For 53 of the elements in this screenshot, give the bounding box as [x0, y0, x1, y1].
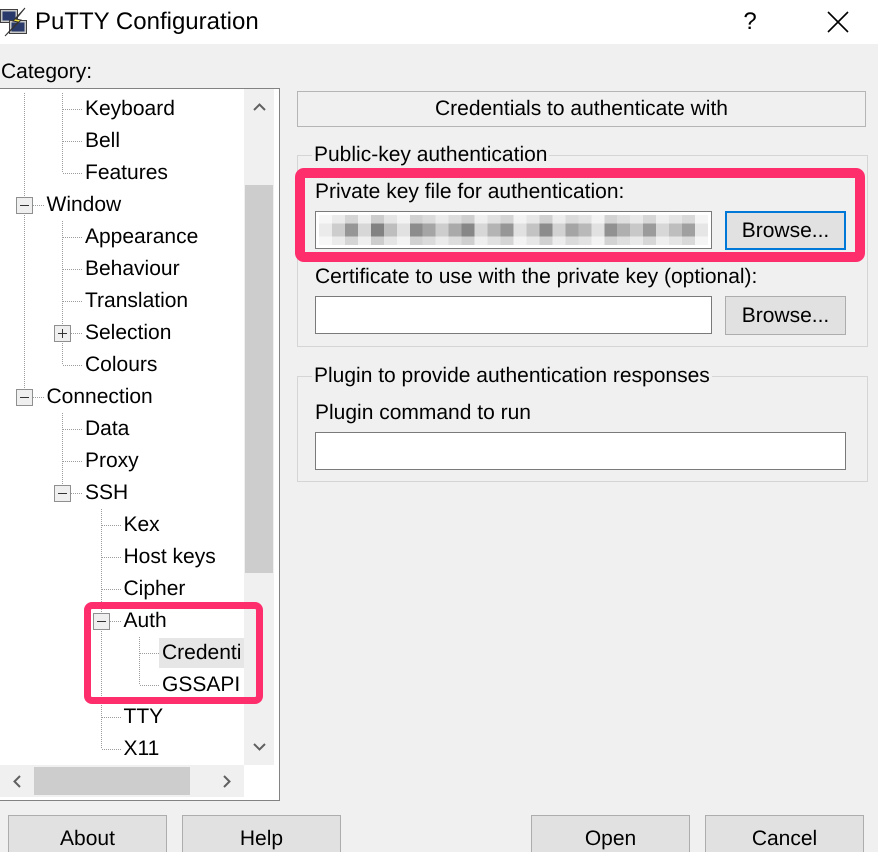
minus-box-icon[interactable] [54, 484, 72, 502]
category-label: Category: [1, 60, 92, 84]
chevron-left-icon[interactable] [12, 774, 20, 788]
tree-item[interactable]: Data [82, 417, 132, 441]
tree-item[interactable]: Bell [82, 129, 124, 153]
field-label: Plugin command to run [315, 401, 531, 425]
dialog-button[interactable]: About [8, 815, 167, 852]
vertical-scrollbar[interactable] [244, 89, 274, 765]
tree-item[interactable]: Appearance [82, 225, 202, 249]
tree-item[interactable]: Proxy [82, 449, 142, 473]
tree-item[interactable]: Auth [120, 609, 170, 633]
horizontal-scrollbar[interactable] [0, 765, 244, 797]
window-title: PuTTY Configuration [35, 8, 259, 36]
chevron-up-icon[interactable] [252, 103, 266, 111]
help-button[interactable]: ? [706, 0, 794, 44]
dialog-button[interactable]: Cancel [705, 815, 864, 852]
browse-button[interactable]: Browse... [725, 296, 846, 335]
minus-box-icon[interactable] [92, 612, 110, 630]
tree-item[interactable]: Features [82, 161, 171, 185]
tree-item[interactable]: Behaviour [82, 257, 183, 281]
tree-item[interactable]: Connection [44, 385, 156, 409]
minus-box-icon[interactable] [16, 196, 33, 214]
input-field[interactable] [315, 296, 712, 334]
tree-item[interactable]: Window [44, 193, 124, 217]
close-icon [827, 11, 849, 33]
plus-box-icon[interactable] [54, 324, 72, 342]
tree-item[interactable]: SSH [82, 481, 132, 505]
dialog-button[interactable]: Open [531, 815, 690, 852]
tree-item[interactable]: GSSAPI [159, 673, 244, 697]
tree-item[interactable]: Credenti [159, 638, 244, 668]
tree-item[interactable]: Selection [82, 321, 174, 345]
chevron-right-icon[interactable] [223, 774, 231, 788]
group-title: Public-key authentication [314, 143, 548, 166]
minus-box-icon[interactable] [16, 388, 33, 406]
tree-item[interactable]: X11 [120, 737, 162, 761]
field-label: Certificate to use with the private key (optional): [315, 265, 758, 289]
chevron-down-icon[interactable] [252, 743, 266, 751]
scrollbar-thumb[interactable] [245, 185, 273, 573]
tree-item[interactable]: Translation [82, 289, 192, 313]
computer-lightning-icon [0, 7, 28, 37]
tree-item[interactable]: Host keys [120, 545, 219, 569]
browse-button[interactable]: Browse... [725, 211, 846, 250]
tree-item[interactable]: Cipher [120, 577, 188, 601]
tree-item[interactable]: Colours [82, 353, 160, 377]
tree-item[interactable]: TTY [120, 705, 166, 729]
input-field[interactable] [315, 432, 846, 470]
section-header: Credentials to authenticate with [297, 91, 866, 127]
tree-item[interactable]: Keyboard [82, 97, 178, 121]
field-label: Private key file for authentication: [315, 180, 624, 204]
group-title: Plugin to provide authentication responses [314, 364, 710, 387]
dialog-button[interactable]: Help [182, 815, 341, 852]
scrollbar-thumb[interactable] [34, 767, 190, 795]
tree-item[interactable]: Kex [120, 513, 163, 537]
